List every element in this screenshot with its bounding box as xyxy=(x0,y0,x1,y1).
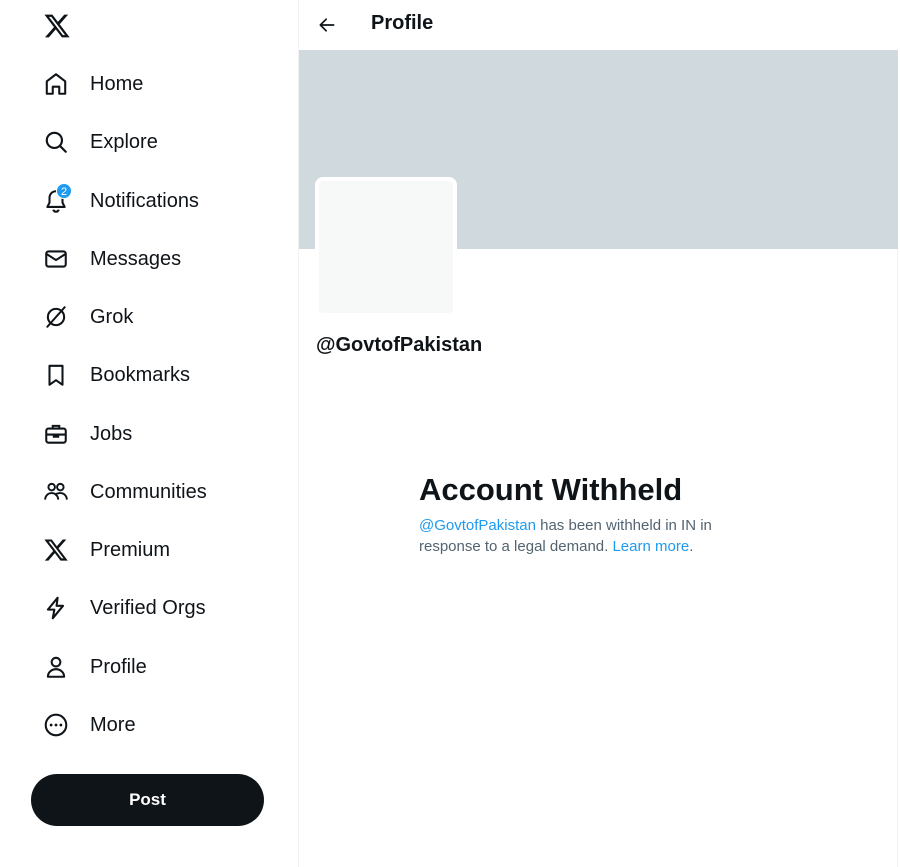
people-icon xyxy=(42,478,70,506)
nav-item-notifications[interactable]: 2 Notifications xyxy=(30,176,211,226)
nav-item-verified-orgs[interactable]: Verified Orgs xyxy=(30,583,218,633)
nav-item-explore[interactable]: Explore xyxy=(30,117,170,167)
back-arrow-icon[interactable] xyxy=(311,9,343,41)
post-button[interactable]: Post xyxy=(31,774,264,826)
profile-handle: @GovtofPakistan xyxy=(316,334,483,356)
x-logo-icon[interactable] xyxy=(40,9,74,43)
nav-item-messages[interactable]: Messages xyxy=(30,234,193,284)
nav-label-notifications: Notifications xyxy=(90,189,199,212)
nav-label-explore: Explore xyxy=(90,130,158,153)
nav-item-grok[interactable]: Grok xyxy=(30,292,145,342)
nav-label-verified-orgs: Verified Orgs xyxy=(90,596,206,619)
nav-label-profile: Profile xyxy=(90,655,147,678)
x-logo-icon xyxy=(42,536,70,564)
nav-item-bookmarks[interactable]: Bookmarks xyxy=(30,350,202,400)
learn-more-link[interactable]: Learn more xyxy=(612,538,689,555)
nav-item-home[interactable]: Home xyxy=(30,59,155,109)
nav-item-more[interactable]: More xyxy=(30,700,148,750)
withheld-message: @GovtofPakistan has been withheld in IN … xyxy=(419,515,759,557)
profile-header: Profile xyxy=(299,0,898,50)
notification-badge: 2 xyxy=(56,183,72,199)
more-circle-icon xyxy=(42,711,70,739)
nav-item-profile[interactable]: Profile xyxy=(30,642,159,692)
nav-label-communities: Communities xyxy=(90,480,207,503)
lightning-icon xyxy=(42,594,70,622)
handle-link[interactable]: @GovtofPakistan xyxy=(419,517,536,534)
bookmark-icon xyxy=(42,361,70,389)
search-icon xyxy=(42,128,70,156)
nav-label-home: Home xyxy=(90,72,144,95)
withheld-title: Account Withheld xyxy=(419,472,683,507)
nav-label-premium: Premium xyxy=(90,538,171,561)
main-column: Profile @GovtofPakistan Account Withheld… xyxy=(298,0,898,867)
sidebar: Home Explore 2 Notifications Messages Gr… xyxy=(0,0,298,867)
avatar[interactable] xyxy=(315,177,457,317)
page-title: Profile xyxy=(371,12,434,34)
person-icon xyxy=(42,653,70,681)
bell-icon: 2 xyxy=(42,183,72,215)
nav-item-jobs[interactable]: Jobs xyxy=(30,409,144,459)
withheld-period: . xyxy=(689,538,694,555)
envelope-icon xyxy=(42,245,70,273)
home-icon xyxy=(42,70,70,98)
briefcase-icon xyxy=(42,420,70,448)
nav-label-grok: Grok xyxy=(90,305,134,328)
nav-label-more: More xyxy=(90,713,136,736)
withheld-notice: Account Withheld @GovtofPakistan has bee… xyxy=(419,471,759,557)
nav-label-bookmarks: Bookmarks xyxy=(90,363,191,386)
nav-item-communities[interactable]: Communities xyxy=(30,467,219,517)
nav-item-premium[interactable]: Premium xyxy=(30,525,182,575)
nav-label-messages: Messages xyxy=(90,247,182,270)
nav-label-jobs: Jobs xyxy=(90,422,133,445)
grok-icon xyxy=(42,303,70,331)
